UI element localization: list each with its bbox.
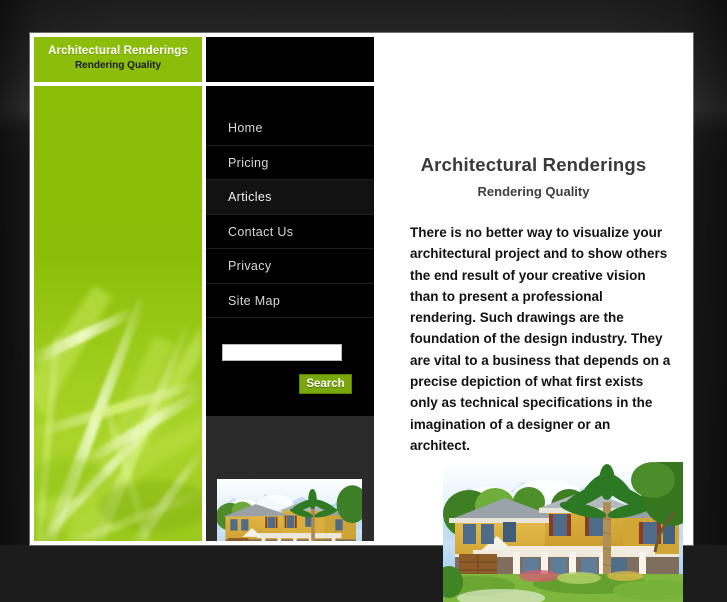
body-paragraph: There is no better way to visualize your…	[378, 199, 689, 456]
house-rendering-illustration	[443, 462, 683, 602]
house-thumbnail-illustration	[217, 479, 362, 541]
main-content: Architectural Renderings Rendering Quali…	[378, 86, 689, 541]
page-subtitle: Rendering Quality	[378, 176, 689, 199]
sidebar-nav: Home Pricing Articles Contact Us Privacy…	[206, 86, 374, 541]
search-input[interactable]	[222, 344, 342, 361]
sidebar-grass-graphic	[34, 86, 202, 541]
nav-item-pricing[interactable]: Pricing	[206, 146, 374, 181]
nav-list: Home Pricing Articles Contact Us Privacy…	[206, 86, 374, 318]
nav-item-label: Home	[228, 121, 263, 135]
header-black-panel	[206, 37, 374, 82]
grass-illustration	[34, 86, 202, 541]
nav-item-label: Privacy	[228, 259, 271, 273]
nav-item-label: Articles	[228, 190, 272, 204]
nav-item-site-map[interactable]: Site Map	[206, 284, 374, 319]
brand-subtitle: Rendering Quality	[34, 57, 202, 71]
brand-title: Architectural Renderings	[34, 37, 202, 57]
search-form: Search	[206, 344, 374, 416]
nav-item-label: Contact Us	[228, 225, 293, 239]
house-rendering-thumbnail	[217, 479, 362, 541]
search-button[interactable]: Search	[299, 374, 352, 394]
nav-item-privacy[interactable]: Privacy	[206, 249, 374, 284]
nav-item-articles[interactable]: Articles	[206, 180, 374, 215]
nav-item-label: Pricing	[228, 156, 269, 170]
site-page-container: Architectural Renderings Rendering Quali…	[30, 33, 693, 545]
nav-lower-panel	[206, 416, 374, 541]
house-rendering-image	[443, 462, 683, 602]
nav-item-home[interactable]: Home	[206, 111, 374, 146]
site-header: Architectural Renderings Rendering Quali…	[34, 37, 374, 82]
page-title: Architectural Renderings	[378, 86, 689, 176]
nav-item-contact-us[interactable]: Contact Us	[206, 215, 374, 250]
nav-item-label: Site Map	[228, 294, 280, 308]
site-brand[interactable]: Architectural Renderings Rendering Quali…	[34, 37, 202, 82]
